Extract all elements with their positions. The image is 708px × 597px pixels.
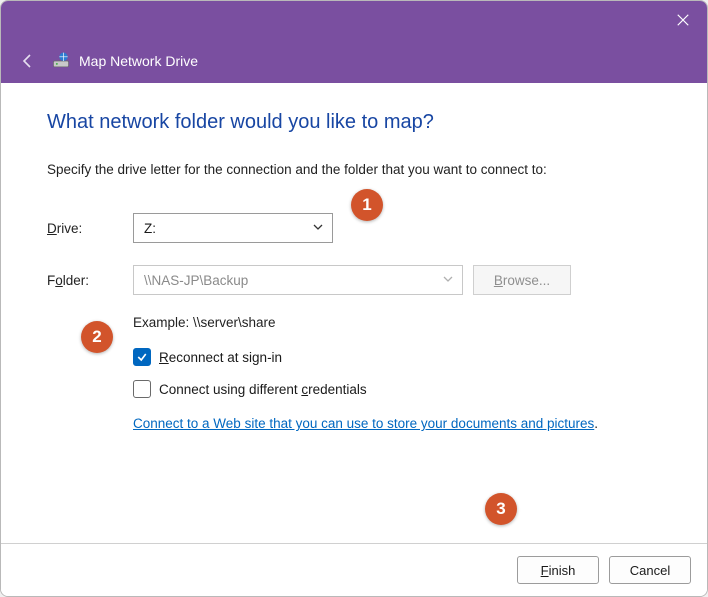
- diffcreds-row: Connect using different credentials: [133, 380, 661, 398]
- content-area: What network folder would you like to ma…: [1, 83, 707, 543]
- reconnect-label: Reconnect at sign-in: [159, 350, 282, 365]
- drive-row: Drive: Z: 1: [47, 213, 661, 243]
- instruction-text: Specify the drive letter for the connect…: [47, 162, 661, 177]
- folder-combobox[interactable]: \\NAS-JP\Backup: [133, 265, 463, 295]
- cancel-button[interactable]: Cancel: [609, 556, 691, 584]
- reconnect-row: Reconnect at sign-in: [133, 348, 661, 366]
- reconnect-checkbox[interactable]: [133, 348, 151, 366]
- annotation-badge-1: 1: [351, 189, 383, 221]
- drive-value: Z:: [144, 221, 156, 236]
- annotation-badge-2: 2: [81, 321, 113, 353]
- finish-button[interactable]: Finish: [517, 556, 599, 584]
- browse-button: Browse...: [473, 265, 571, 295]
- header: Map Network Drive: [1, 39, 707, 83]
- folder-label: Folder:: [47, 273, 133, 288]
- map-network-drive-window: Map Network Drive What network folder wo…: [0, 0, 708, 597]
- network-drive-icon: [51, 51, 71, 71]
- footer: Finish Cancel: [1, 543, 707, 596]
- page-heading: What network folder would you like to ma…: [47, 111, 661, 134]
- folder-row: Folder: \\NAS-JP\Backup Browse...: [47, 265, 661, 295]
- chevron-down-icon: [312, 221, 324, 236]
- header-title: Map Network Drive: [51, 51, 198, 71]
- window-title-text: Map Network Drive: [79, 53, 198, 69]
- connect-website-link[interactable]: Connect to a Web site that you can use t…: [133, 416, 594, 431]
- close-icon[interactable]: [673, 10, 693, 30]
- example-text: Example: \\server\share: [133, 315, 661, 330]
- diffcreds-checkbox[interactable]: [133, 380, 151, 398]
- back-arrow-icon[interactable]: [19, 52, 37, 70]
- annotation-badge-3: 3: [485, 493, 517, 525]
- diffcreds-label: Connect using different credentials: [159, 382, 367, 397]
- folder-placeholder: \\NAS-JP\Backup: [144, 273, 248, 288]
- drive-select[interactable]: Z:: [133, 213, 333, 243]
- website-link-row: Connect to a Web site that you can use t…: [133, 416, 661, 431]
- chevron-down-icon: [442, 273, 454, 288]
- drive-label: Drive:: [47, 221, 133, 236]
- titlebar: [1, 1, 707, 39]
